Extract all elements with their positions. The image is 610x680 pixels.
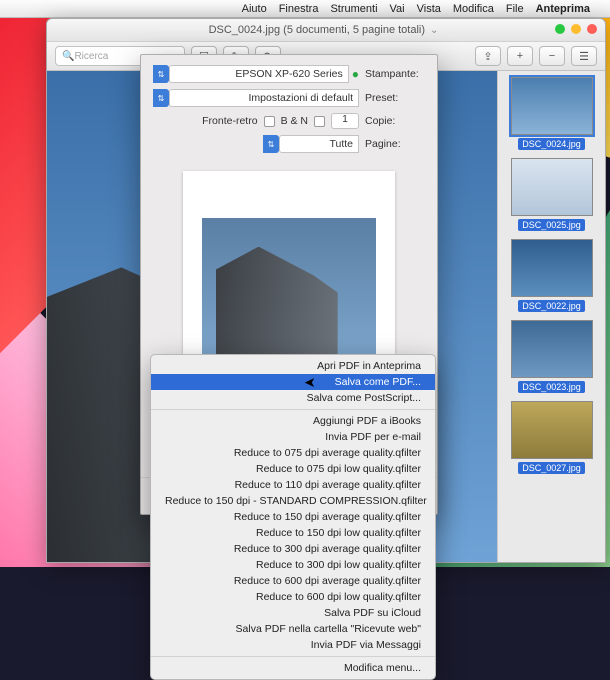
duplex-checkbox[interactable] <box>264 116 275 127</box>
share-button[interactable]: ⇪ <box>475 46 501 66</box>
menu-window[interactable]: Finestra <box>279 3 319 15</box>
title-chevron-icon[interactable]: ⌄ <box>430 25 438 36</box>
pdf-menu-item[interactable]: Salva come PostScript... <box>151 390 435 406</box>
thumbnail-label: DSC_0027.jpg <box>518 462 585 474</box>
titlebar: DSC_0024.jpg (5 documenti, 5 pagine tota… <box>47 19 605 41</box>
close-button[interactable] <box>587 24 597 34</box>
pdf-menu-item[interactable]: Reduce to 150 dpi average quality.qfilte… <box>151 509 435 525</box>
search-placeholder: Ricerca <box>74 51 108 62</box>
zoom-out-button[interactable]: − <box>539 46 565 66</box>
window-title: DSC_0024.jpg (5 documenti, 5 pagine tota… <box>209 24 425 36</box>
thumbnail-item[interactable]: DSC_0024.jpg <box>504 77 599 150</box>
copies-label: Copie: <box>365 115 425 127</box>
preset-select[interactable]: Impostazioni di default ⇅ <box>153 89 359 107</box>
thumbnail-item[interactable]: DSC_0027.jpg <box>504 401 599 474</box>
pdf-menu-item[interactable]: Reduce to 300 dpi average quality.qfilte… <box>151 541 435 557</box>
preset-value: Impostazioni di default <box>169 89 359 107</box>
bw-checkbox[interactable] <box>314 116 325 127</box>
menu-view[interactable]: Vista <box>417 3 441 15</box>
thumbnail-label: DSC_0025.jpg <box>518 219 585 231</box>
menu-tools[interactable]: Strumenti <box>330 3 377 15</box>
sidebar-toggle-button[interactable]: ☰ <box>571 46 597 66</box>
pdf-menu-item[interactable]: Invia PDF per e-mail <box>151 429 435 445</box>
pdf-menu-item[interactable]: Reduce to 075 dpi average quality.qfilte… <box>151 445 435 461</box>
pdf-menu-item[interactable]: Apri PDF in Anteprima <box>151 358 435 374</box>
copies-field[interactable]: 1 <box>331 113 359 129</box>
thumbnail-image <box>511 401 593 459</box>
pages-label: Pagine: <box>365 138 425 150</box>
search-icon: 🔍 <box>62 51 74 62</box>
preset-label: Preset: <box>365 92 425 104</box>
pdf-menu-item[interactable]: Modifica menu... <box>151 660 435 676</box>
thumbnail-label: DSC_0024.jpg <box>518 138 585 150</box>
thumbnail-item[interactable]: DSC_0023.jpg <box>504 320 599 393</box>
menu-file[interactable]: File <box>506 3 524 15</box>
pdf-menu-item[interactable]: Reduce to 150 dpi low quality.qfilter <box>151 525 435 541</box>
pages-select[interactable]: Tutte ⇅ <box>263 135 359 153</box>
pdf-menu-item[interactable]: Salva PDF su iCloud <box>151 605 435 621</box>
pdf-menu-item[interactable]: Reduce to 600 dpi average quality.qfilte… <box>151 573 435 589</box>
menubar: Anteprima File Modifica Vista Vai Strume… <box>0 0 610 18</box>
printer-status-icon: ● <box>352 67 359 81</box>
pdf-menu-item[interactable]: Reduce to 150 dpi - STANDARD COMPRESSION… <box>151 493 435 509</box>
printer-value: EPSON XP-620 Series <box>169 65 349 83</box>
pdf-menu-item[interactable]: Salva PDF nella cartella "Ricevute web" <box>151 621 435 637</box>
thumbnail-image <box>511 158 593 216</box>
pdf-menu-popup: Apri PDF in AnteprimaSalva come PDF...Sa… <box>150 354 436 680</box>
printer-label: Stampante: <box>365 68 425 80</box>
pdf-menu-item[interactable]: Reduce to 075 dpi low quality.qfilter <box>151 461 435 477</box>
zoom-in-button[interactable]: + <box>507 46 533 66</box>
thumbnail-image <box>511 320 593 378</box>
thumbnail-sidebar: DSC_0024.jpg DSC_0025.jpg DSC_0022.jpg D… <box>497 71 605 562</box>
thumbnail-item[interactable]: DSC_0022.jpg <box>504 239 599 312</box>
thumbnail-image <box>511 77 593 135</box>
zoom-button[interactable] <box>555 24 565 34</box>
preview-image <box>202 218 376 361</box>
menu-separator <box>151 409 435 410</box>
duplex-label: Fronte-retro <box>202 115 257 127</box>
chevron-updown-icon: ⇅ <box>153 65 169 83</box>
chevron-updown-icon: ⇅ <box>153 89 169 107</box>
pdf-menu-item[interactable]: Reduce to 300 dpi low quality.qfilter <box>151 557 435 573</box>
pdf-menu-item[interactable]: Salva come PDF... <box>151 374 435 390</box>
thumbnail-image <box>511 239 593 297</box>
thumbnail-label: DSC_0022.jpg <box>518 300 585 312</box>
printer-select[interactable]: ● EPSON XP-620 Series ⇅ <box>153 65 359 83</box>
menu-edit[interactable]: Modifica <box>453 3 494 15</box>
pdf-menu-item[interactable]: Invia PDF via Messaggi <box>151 637 435 653</box>
menu-go[interactable]: Vai <box>390 3 405 15</box>
bw-label: B & N <box>281 115 308 127</box>
pdf-menu-item[interactable]: Reduce to 600 dpi low quality.qfilter <box>151 589 435 605</box>
pages-value: Tutte <box>279 135 359 153</box>
pdf-menu-item[interactable]: Aggiungi PDF a iBooks <box>151 413 435 429</box>
thumbnail-label: DSC_0023.jpg <box>518 381 585 393</box>
app-menu[interactable]: Anteprima <box>536 3 590 15</box>
menu-help[interactable]: Aiuto <box>242 3 267 15</box>
chevron-updown-icon: ⇅ <box>263 135 279 153</box>
thumbnail-item[interactable]: DSC_0025.jpg <box>504 158 599 231</box>
window-controls <box>555 24 597 34</box>
minimize-button[interactable] <box>571 24 581 34</box>
menu-separator <box>151 656 435 657</box>
pdf-menu-item[interactable]: Reduce to 110 dpi average quality.qfilte… <box>151 477 435 493</box>
